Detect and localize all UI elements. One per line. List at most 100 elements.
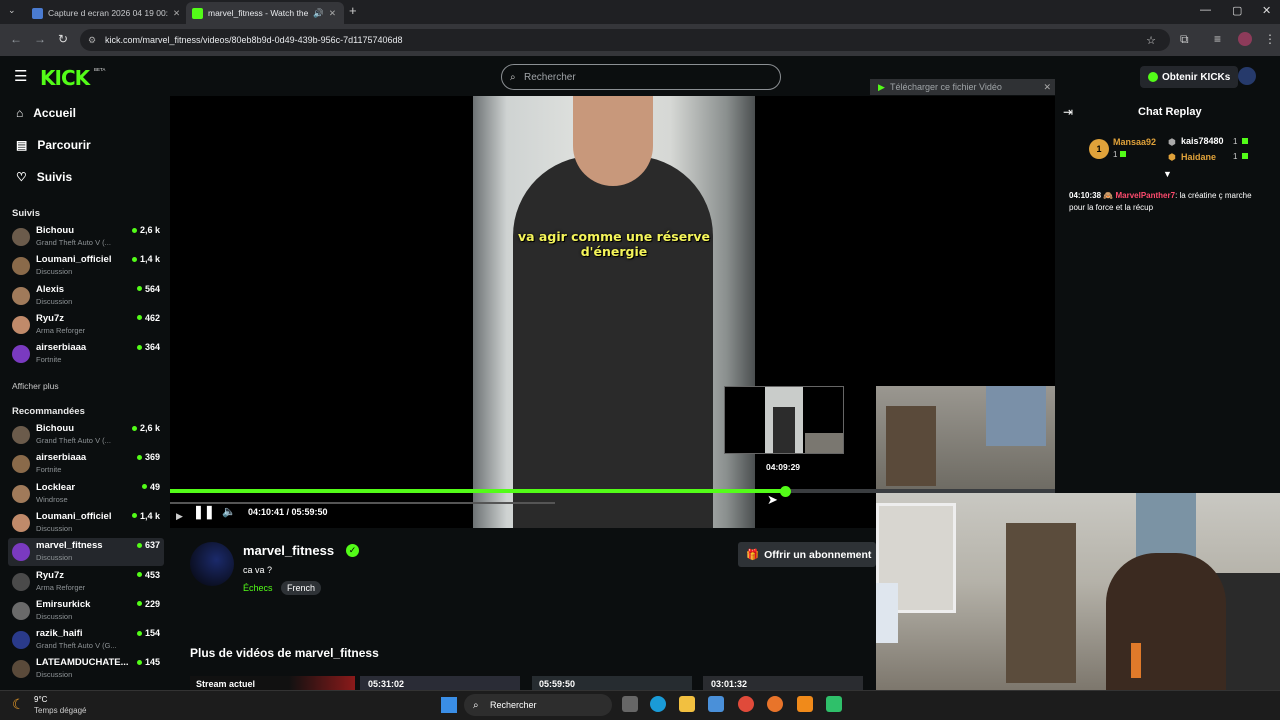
language-tag[interactable]: French <box>281 581 322 595</box>
live-dot-icon <box>131 425 137 431</box>
channel-row[interactable]: Bichouu Grand Theft Auto V (... 2,6 k <box>8 421 164 449</box>
extensions-icon[interactable]: ⧉ <box>1180 32 1189 47</box>
close-icon[interactable]: ✕ <box>329 8 336 19</box>
channel-row[interactable]: Locklear Windrose 49 <box>8 480 164 508</box>
channel-row[interactable]: Alexis Discussion 564 <box>8 282 164 310</box>
progress-handle[interactable] <box>780 486 792 497</box>
avatar <box>12 345 30 364</box>
channel-name: Ryu7z <box>36 569 64 581</box>
back-icon[interactable]: ← <box>10 32 22 46</box>
site-settings-icon[interactable]: ⚙ <box>88 35 96 46</box>
channel-row[interactable]: Loumani_officiel Discussion 1,4 k <box>8 252 164 280</box>
download-banner[interactable]: ▶ Télécharger ce fichier Vidéo ✕ <box>870 79 1055 95</box>
tab-screenshot[interactable]: Capture d ecran 2026 04 19 00: ✕ <box>26 2 184 24</box>
video-frame[interactable]: va agir comme une réserve d'énergie <box>473 96 755 528</box>
tab-list-icon[interactable]: ⌄ <box>8 5 16 16</box>
leaderboard-name-2[interactable]: kais78480 <box>1181 136 1224 146</box>
reload-icon[interactable]: ↻ <box>58 32 68 46</box>
channel-name: Loumani_officiel <box>36 510 112 522</box>
search-input[interactable]: ⌕ Rechercher <box>501 64 781 90</box>
avatar <box>12 286 30 305</box>
maximize-icon[interactable]: ▢ <box>1232 4 1242 17</box>
store-icon[interactable] <box>708 696 724 712</box>
live-dot-icon <box>136 572 142 577</box>
show-more-link[interactable]: Afficher plus <box>12 381 59 391</box>
channel-row[interactable]: Emirsurkick Discussion 229 <box>8 597 164 625</box>
channel-row[interactable]: LATEAMDUCHATE... Discussion 145 <box>8 655 164 683</box>
chat-message: 04:10:38 🙈 MarvelPanther7: la créatine ç… <box>1069 190 1269 214</box>
channel-name[interactable]: marvel_fitness <box>243 543 334 558</box>
firefox-icon[interactable] <box>767 696 783 712</box>
leaderboard-count-3: 1 <box>1233 152 1238 161</box>
channel-row[interactable]: airserbiaaa Fortnite 369 <box>8 450 164 478</box>
channel-avatar[interactable] <box>190 542 234 586</box>
channel-row[interactable]: airserbiaaa Fortnite 364 <box>8 340 164 368</box>
weather-temp: 9°C <box>34 695 48 704</box>
speaker-icon[interactable]: 🔊 <box>313 8 324 19</box>
vlc-icon[interactable] <box>797 696 813 712</box>
bookmark-icon[interactable]: ☆ <box>1146 34 1156 47</box>
avatar <box>12 257 30 276</box>
viewer-count: 154 <box>136 628 160 638</box>
channel-row[interactable]: marvel_fitness Discussion 637 <box>8 538 164 567</box>
live-dot-icon <box>131 256 137 262</box>
file-explorer-icon[interactable] <box>679 696 695 712</box>
get-kicks-button[interactable]: Obtenir KICKs <box>1140 66 1239 88</box>
forward-icon[interactable]: → <box>34 32 46 46</box>
task-view-icon[interactable] <box>622 696 638 712</box>
poster <box>986 386 1046 446</box>
new-tab-button[interactable]: + <box>349 3 357 18</box>
start-icon[interactable] <box>441 697 457 713</box>
url-field[interactable]: ⚙ kick.com/marvel_fitness/videos/80eb8b9… <box>80 29 1170 51</box>
site-header: ☰ KICK BETA ⌕ Rechercher Obtenir KICKs <box>0 56 1280 96</box>
close-icon[interactable]: ✕ <box>173 8 180 19</box>
channel-row[interactable]: Loumani_officiel Discussion 1,4 k <box>8 509 164 537</box>
video-timecode: 04:10:41 / 05:59:50 <box>248 507 328 517</box>
nav-browse-label: Parcourir <box>37 138 91 152</box>
channel-row[interactable]: razik_haifi Grand Theft Auto V (G... 154 <box>8 626 164 654</box>
channel-row[interactable]: Ryu7z Arma Reforger 462 <box>8 311 164 339</box>
app-icon[interactable] <box>826 696 842 712</box>
volume-icon[interactable]: 🔈 <box>222 505 236 518</box>
channel-category: Discussion <box>36 670 73 680</box>
user-avatar[interactable] <box>1238 67 1256 85</box>
gift-subscription-button[interactable]: 🎁 Offrir un abonnement <box>738 542 876 567</box>
live-dot-icon <box>131 227 137 233</box>
minimize-icon[interactable]: — <box>1200 4 1211 16</box>
viewer-count: 462 <box>136 313 160 323</box>
play-icon[interactable]: ▶ <box>176 511 183 522</box>
media-icon[interactable]: ≡ <box>1214 32 1221 46</box>
kick-logo[interactable]: KICK <box>40 66 90 90</box>
channel-category: Grand Theft Auto V (... <box>36 436 111 445</box>
edge-icon[interactable] <box>650 696 666 712</box>
chrome-icon[interactable] <box>738 696 754 712</box>
chat-username[interactable]: MarvelPanther7 <box>1115 191 1175 200</box>
gift-icon: 🎁 <box>746 549 760 561</box>
channel-category: Windrose <box>36 494 68 504</box>
category-link[interactable]: Échecs <box>243 583 273 593</box>
expand-leaderboard-icon[interactable]: ▼ <box>1163 169 1172 179</box>
close-window-icon[interactable]: ✕ <box>1262 4 1271 17</box>
collapse-chat-icon[interactable]: ⇥ <box>1063 105 1073 119</box>
nav-following[interactable]: ♡ Suivis <box>16 170 72 184</box>
close-icon[interactable]: ✕ <box>1043 82 1051 93</box>
taskbar-search[interactable]: ⌕ Rechercher <box>464 694 612 716</box>
nav-home[interactable]: ⌂ Accueil <box>16 106 76 120</box>
menu-icon[interactable]: ⋮ <box>1264 32 1276 46</box>
viewer-count: 2,6 k <box>131 423 160 433</box>
profile-avatar[interactable] <box>1238 32 1252 46</box>
pause-icon[interactable]: ❚❚ <box>193 504 215 520</box>
channel-name: Emirsurkick <box>36 598 91 610</box>
avatar <box>12 572 30 591</box>
channel-row[interactable]: Ryu7z Arma Reforger 453 <box>8 568 164 596</box>
tab-kick[interactable]: marvel_fitness - Watch the 🔊 ✕ <box>186 2 344 24</box>
channel-row[interactable]: Bichouu Grand Theft Auto V (... 2,6 k <box>8 223 164 251</box>
hamburger-icon[interactable]: ☰ <box>14 67 27 85</box>
nav-browse[interactable]: ▤ Parcourir <box>16 138 91 152</box>
channel-category: Discussion <box>36 523 73 533</box>
avatar <box>12 513 30 532</box>
channel-category: Fortnite <box>36 465 62 475</box>
channel-name: Bichouu <box>36 225 74 236</box>
leaderboard-name-3[interactable]: Haidane <box>1181 152 1216 162</box>
leaderboard-name-1[interactable]: Mansaa92 <box>1113 137 1156 147</box>
